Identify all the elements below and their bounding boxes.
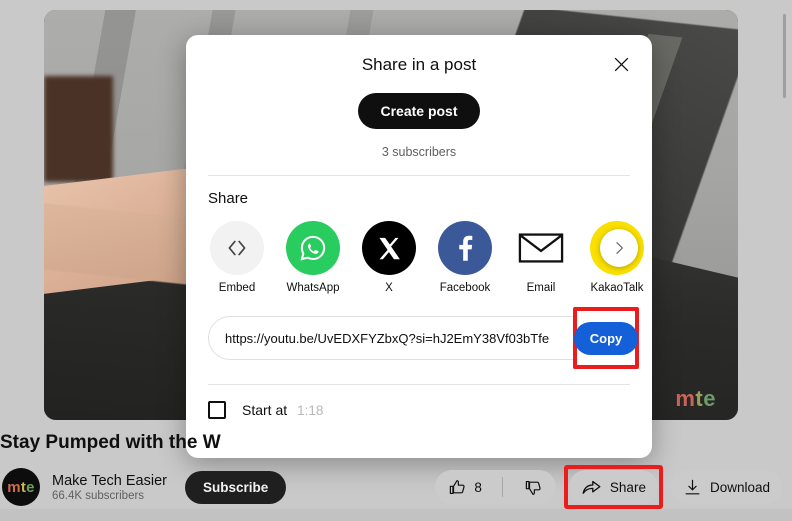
dialog-title: Share in a post — [361, 55, 477, 74]
like-dislike-group: 8 — [435, 470, 556, 504]
video-title: Stay Pumped with the W — [0, 432, 221, 453]
video-action-buttons: 8 Share Download — [435, 465, 792, 509]
create-post-row: Create post — [208, 93, 630, 129]
like-count: 8 — [474, 479, 482, 495]
dislike-button[interactable] — [511, 470, 556, 504]
share-target-email[interactable]: Email — [514, 221, 568, 294]
action-separator — [501, 477, 503, 497]
share-button[interactable]: Share — [568, 470, 658, 504]
start-at-row: Start at 1:18 — [208, 401, 630, 419]
avatar-letter-m: m — [7, 478, 21, 496]
x-button[interactable] — [362, 221, 416, 275]
watermark-letter-e: e — [703, 386, 716, 411]
video-link-input[interactable] — [225, 330, 613, 346]
whatsapp-button[interactable] — [286, 221, 340, 275]
copy-link-button[interactable]: Copy — [573, 321, 639, 355]
page-left-gutter — [0, 0, 44, 430]
share-target-label: Email — [526, 282, 556, 294]
facebook-icon — [459, 235, 473, 261]
channel-info: Make Tech Easier 66.4K subscribers — [52, 473, 167, 502]
code-brackets-icon — [228, 240, 246, 256]
copy-button-highlight: Copy — [573, 307, 639, 369]
channel-watermark: mte — [675, 386, 716, 412]
share-arrow-icon — [582, 480, 601, 494]
watermark-letter-m: m — [675, 386, 696, 411]
share-button-label: Share — [609, 479, 646, 495]
video-link-box[interactable] — [208, 316, 630, 360]
share-dialog: Share in a post Create post 3 subscriber… — [186, 35, 652, 458]
email-button[interactable] — [514, 221, 568, 275]
share-target-embed[interactable]: Embed — [210, 221, 264, 294]
subscriber-count-text: 3 subscribers — [381, 145, 457, 159]
share-target-x[interactable]: X — [362, 221, 416, 294]
envelope-icon — [518, 233, 564, 263]
share-target-facebook[interactable]: Facebook — [438, 221, 492, 294]
video-meta-row: mte Make Tech Easier 66.4K subscribers S… — [0, 465, 792, 509]
facebook-button[interactable] — [438, 221, 492, 275]
share-button-highlight: Share — [563, 465, 663, 509]
channel-name[interactable]: Make Tech Easier — [52, 473, 167, 489]
like-button[interactable]: 8 — [435, 470, 494, 504]
close-dialog-button[interactable] — [604, 47, 638, 81]
thumbs-down-icon — [525, 480, 541, 495]
start-at-label: Start at — [242, 402, 288, 418]
share-target-label: Embed — [218, 282, 256, 294]
share-section-label: Share — [208, 190, 249, 207]
subscribe-button[interactable]: Subscribe — [184, 470, 287, 504]
channel-avatar[interactable]: mte — [2, 468, 40, 506]
start-at-checkbox[interactable] — [208, 401, 226, 419]
download-button[interactable]: Download — [670, 470, 782, 504]
embed-button[interactable] — [210, 221, 264, 275]
close-icon — [614, 57, 628, 71]
share-target-label: KakaoTalk — [590, 282, 644, 294]
page-right-gutter — [738, 0, 792, 430]
whatsapp-icon — [300, 235, 326, 261]
scrollbar-thumb[interactable] — [783, 14, 786, 98]
download-button-label: Download — [709, 479, 770, 495]
youtube-watch-page: mte Share in a post Create post 3 subscr… — [0, 0, 792, 521]
video-frame-shadow — [44, 75, 114, 183]
avatar-letter-e: e — [26, 478, 35, 496]
create-post-button[interactable]: Create post — [358, 93, 480, 129]
share-target-label: WhatsApp — [286, 282, 340, 294]
share-target-label: Facebook — [439, 282, 491, 294]
divider-bottom — [208, 384, 630, 385]
start-at-time[interactable]: 1:18 — [297, 403, 323, 418]
chevron-right-icon — [616, 242, 623, 254]
channel-subscriber-count: 66.4K subscribers — [52, 489, 145, 502]
video-link-row: Copy — [208, 307, 639, 369]
thumbs-up-icon — [450, 479, 466, 494]
share-target-label: X — [385, 282, 393, 294]
page-bottom-strip — [0, 509, 792, 521]
download-icon — [685, 479, 700, 494]
share-targets-row: Embed WhatsApp X Facebook Email KakaoTal… — [208, 221, 644, 294]
share-targets-next-button[interactable] — [600, 229, 638, 267]
divider-top — [208, 175, 630, 176]
x-twitter-icon — [378, 237, 400, 259]
share-target-whatsapp[interactable]: WhatsApp — [286, 221, 340, 294]
